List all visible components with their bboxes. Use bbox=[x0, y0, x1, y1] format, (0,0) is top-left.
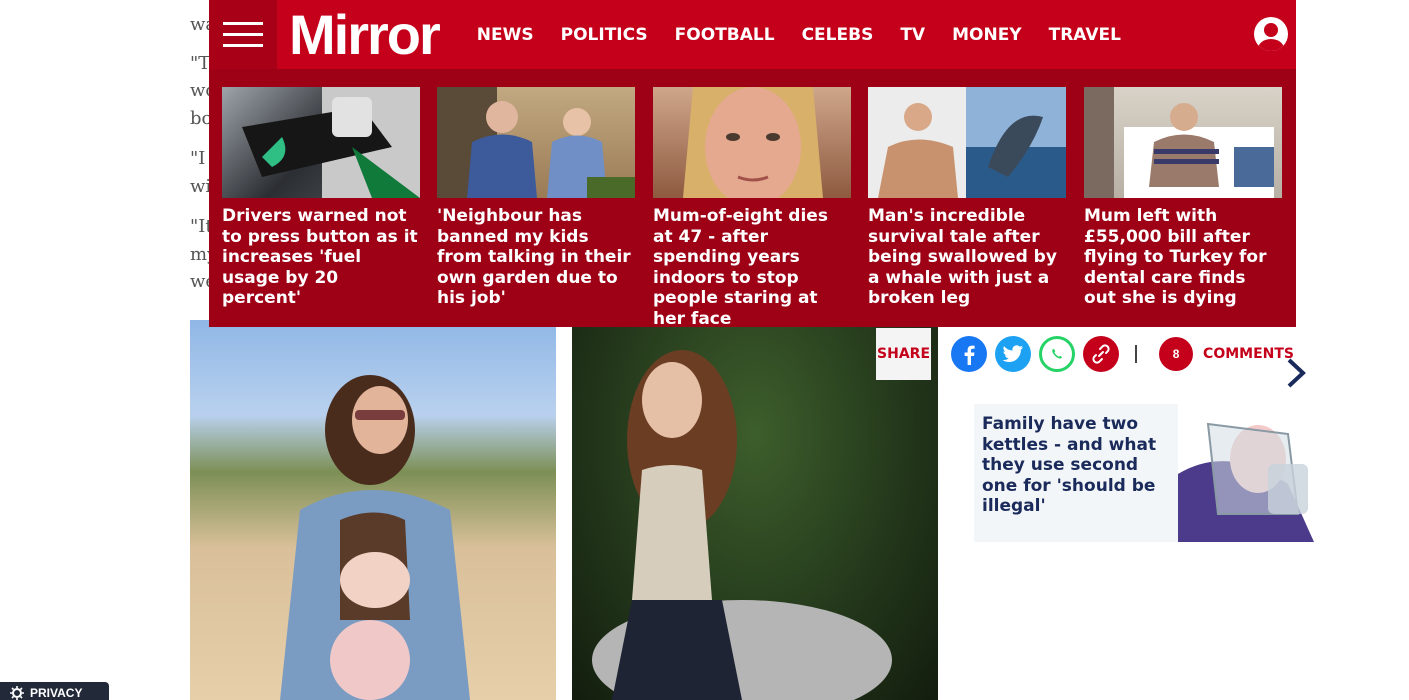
story-card[interactable]: Mum left with £55,000 bill after flying … bbox=[1084, 87, 1282, 309]
share-icons: 8 COMMENTS bbox=[951, 336, 1294, 372]
story-image[interactable] bbox=[868, 87, 1066, 198]
article-text-line: wi bbox=[190, 176, 212, 197]
comment-count-badge: 8 bbox=[1159, 337, 1194, 371]
privacy-button[interactable]: PRIVACY bbox=[0, 682, 109, 700]
article-photo-mother-and-baby[interactable] bbox=[190, 320, 556, 700]
hamburger-menu-button[interactable] bbox=[209, 0, 277, 69]
story-title[interactable]: Mum-of-eight dies at 47 - after spending… bbox=[653, 206, 851, 329]
mirror-nav-overlay: Mirror NEWS POLITICS FOOTBALL CELEBS TV … bbox=[209, 0, 1296, 329]
hamburger-line bbox=[223, 33, 263, 36]
story-title[interactable]: 'Neighbour has banned my kids from talki… bbox=[437, 206, 635, 309]
comments-link[interactable]: 8 COMMENTS bbox=[1159, 337, 1294, 371]
user-account-icon[interactable] bbox=[1254, 17, 1288, 51]
copy-link-icon[interactable] bbox=[1083, 336, 1120, 372]
recommended-article-title[interactable]: Family have two kettles - and what they … bbox=[974, 404, 1178, 542]
article-text-line: "I bbox=[190, 148, 206, 169]
share-bar: SHARE 8 COMMENTS bbox=[876, 328, 1294, 380]
recommended-article-card[interactable]: Family have two kettles - and what they … bbox=[974, 404, 1314, 542]
chevron-right-icon[interactable] bbox=[1281, 356, 1311, 390]
nav-link-news[interactable]: NEWS bbox=[477, 25, 534, 45]
share-label-wrap: SHARE bbox=[876, 328, 932, 380]
nav-link-football[interactable]: FOOTBALL bbox=[675, 25, 775, 45]
nav-bar: Mirror NEWS POLITICS FOOTBALL CELEBS TV … bbox=[209, 0, 1296, 69]
story-title[interactable]: Man's incredible survival tale after bei… bbox=[868, 206, 1066, 309]
story-card[interactable]: Drivers warned not to press button as it… bbox=[222, 87, 420, 309]
nav-link-travel[interactable]: TRAVEL bbox=[1049, 25, 1121, 45]
recommended-article-thumbnail[interactable] bbox=[1178, 404, 1314, 542]
share-separator bbox=[1135, 345, 1138, 363]
facebook-icon[interactable] bbox=[951, 336, 988, 372]
privacy-label: PRIVACY bbox=[30, 686, 83, 700]
mirror-logo[interactable]: Mirror bbox=[289, 6, 441, 63]
nav-link-politics[interactable]: POLITICS bbox=[561, 25, 648, 45]
nav-link-celebs[interactable]: CELEBS bbox=[802, 25, 874, 45]
trending-stories-panel: Drivers warned not to press button as it… bbox=[209, 69, 1296, 329]
story-image[interactable] bbox=[653, 87, 851, 207]
story-image[interactable] bbox=[437, 87, 635, 198]
whatsapp-icon[interactable] bbox=[1039, 336, 1076, 372]
share-label: SHARE bbox=[877, 346, 931, 362]
hamburger-line bbox=[223, 22, 263, 25]
story-title[interactable]: Mum left with £55,000 bill after flying … bbox=[1084, 206, 1282, 309]
twitter-icon[interactable] bbox=[995, 336, 1032, 372]
nav-link-money[interactable]: MONEY bbox=[952, 25, 1022, 45]
story-image[interactable] bbox=[1084, 87, 1282, 198]
article-text-line: "T bbox=[190, 53, 211, 74]
story-card[interactable]: Man's incredible survival tale after bei… bbox=[868, 87, 1066, 309]
story-card[interactable]: Mum-of-eight dies at 47 - after spending… bbox=[653, 87, 851, 329]
story-image[interactable] bbox=[222, 87, 420, 198]
hamburger-line bbox=[223, 44, 263, 47]
story-title[interactable]: Drivers warned not to press button as it… bbox=[222, 206, 420, 309]
story-card[interactable]: 'Neighbour has banned my kids from talki… bbox=[437, 87, 635, 309]
nav-links: NEWS POLITICS FOOTBALL CELEBS TV MONEY T… bbox=[477, 25, 1121, 45]
gear-icon bbox=[10, 686, 24, 700]
nav-link-tv[interactable]: TV bbox=[900, 25, 925, 45]
